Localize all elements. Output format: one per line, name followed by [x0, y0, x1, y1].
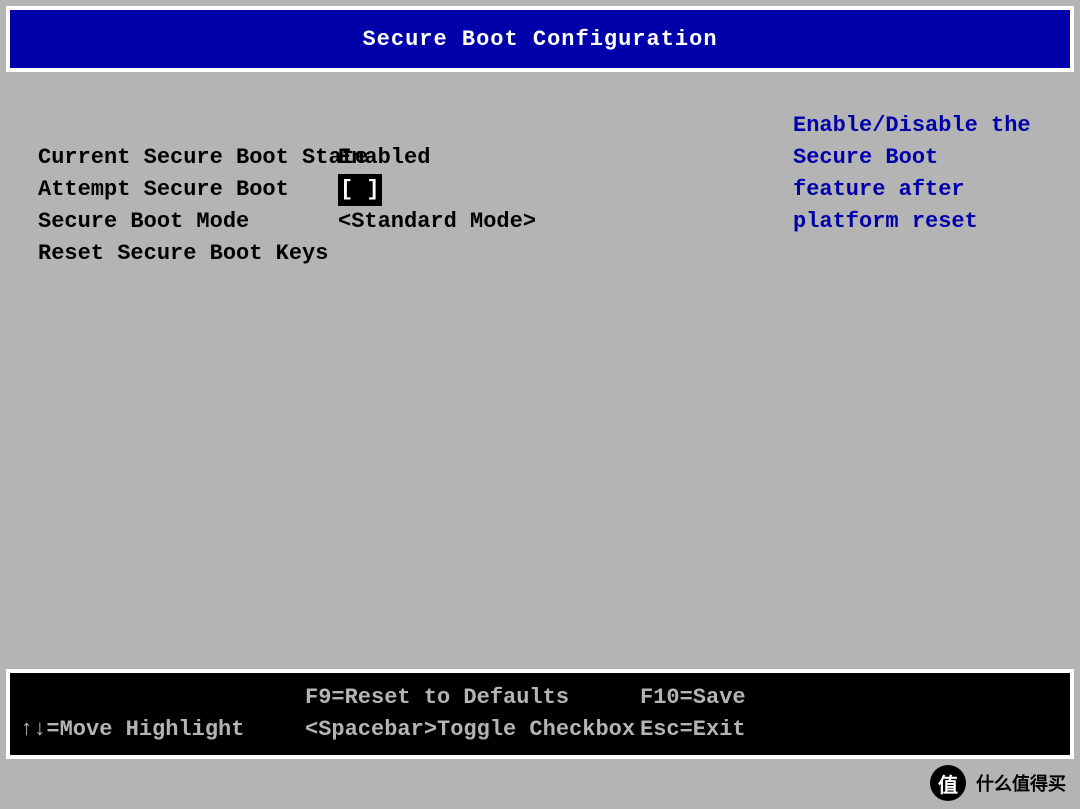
config-grid: Current Secure Boot State Enabled Enable… — [38, 142, 1042, 270]
header-panel: Secure Boot Configuration — [6, 6, 1074, 72]
page-title: Secure Boot Configuration — [362, 27, 717, 52]
watermark: 值 什么值得买 — [930, 765, 1066, 801]
footer-help: F9=Reset to Defaults F10=Save ↑↓=Move Hi… — [10, 673, 1070, 755]
watermark-text: 什么值得买 — [976, 770, 1066, 796]
watermark-icon: 值 — [930, 765, 966, 801]
config-value-reset-keys — [338, 238, 668, 270]
footer-hint-f9: F9=Reset to Defaults — [305, 682, 640, 714]
config-value-mode[interactable]: <Standard Mode> — [338, 206, 668, 238]
footer-hint-spacebar: <Spacebar>Toggle Checkbox — [305, 714, 640, 746]
footer-hint-f10: F10=Save — [640, 682, 1060, 714]
config-value-attempt[interactable]: [ ] — [338, 174, 668, 206]
config-label-mode[interactable]: Secure Boot Mode — [38, 206, 333, 238]
config-label-reset-keys[interactable]: Reset Secure Boot Keys — [38, 238, 333, 270]
content-panel: Current Secure Boot State Enabled Enable… — [6, 100, 1074, 624]
config-label-current-state: Current Secure Boot State — [38, 142, 333, 174]
checkbox-attempt-secure-boot[interactable]: [ ] — [338, 174, 382, 206]
config-label-attempt[interactable]: Attempt Secure Boot — [38, 174, 333, 206]
config-value-current-state: Enabled — [338, 142, 668, 174]
footer-hint-esc: Esc=Exit — [640, 714, 1060, 746]
help-text: Enable/Disable the Secure Boot feature a… — [673, 110, 1042, 238]
footer-panel: F9=Reset to Defaults F10=Save ↑↓=Move Hi… — [6, 669, 1074, 759]
footer-hint-move: ↑↓=Move Highlight — [20, 714, 305, 746]
footer-cell-empty — [20, 682, 305, 714]
